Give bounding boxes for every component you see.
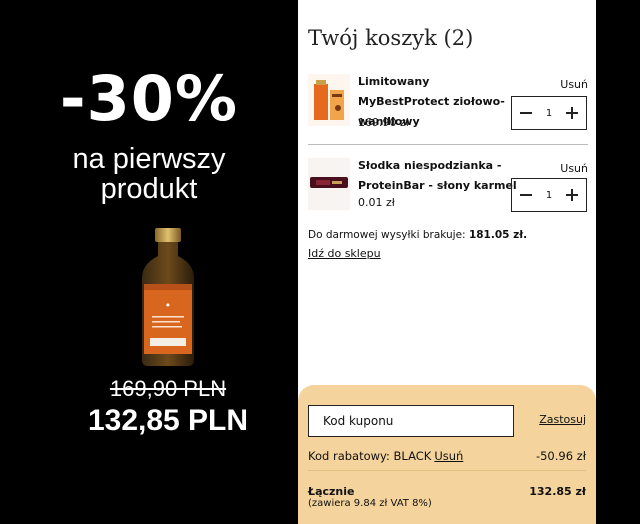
decrease-quantity-icon[interactable]: [518, 187, 534, 203]
discount-value: -50.96 zł: [535, 449, 586, 463]
cart-item-price: 169.90 zł: [358, 116, 409, 129]
cart-item-name[interactable]: Słodka niespodzianka - ProteinBar - słon…: [358, 156, 518, 196]
decrease-quantity-icon[interactable]: [518, 105, 534, 121]
cart-summary: Zastosuj Kod rabatowy: BLACKUsuń -50.96 …: [298, 385, 596, 524]
cart-item-price: 0.01 zł: [358, 196, 395, 209]
increase-quantity-icon[interactable]: [564, 187, 580, 203]
coupon-code-input[interactable]: [308, 405, 514, 437]
remove-item-button[interactable]: Usuń: [560, 162, 588, 175]
free-shipping-amount: 181.05 zł.: [468, 229, 528, 241]
discount-code-row: Kod rabatowy: BLACK Usuń -50.96 zł: [308, 449, 586, 463]
quantity-value[interactable]: 1: [539, 108, 559, 119]
promo-text-line-2: produkt: [100, 173, 198, 205]
svg-text:●: ●: [166, 302, 170, 307]
free-shipping-note: Do darmowej wysyłki brakuje: 181.05 zł.: [308, 229, 527, 241]
remove-discount-link[interactable]: Usuń: [434, 449, 463, 463]
quantity-stepper: 1: [511, 96, 587, 130]
promo-text-line-1: na pierwszy: [72, 143, 226, 175]
herbal-drink-bottle-icon: [308, 74, 350, 126]
promo-panel: -30% na pierwszy produkt ● 169,90 PLN 13…: [0, 0, 298, 524]
supplement-bottle-icon: ●: [142, 228, 194, 366]
discount-code-label: Kod rabatowy: BLACK: [308, 449, 432, 463]
free-shipping-text: Do darmowej wysyłki brakuje:: [308, 229, 466, 241]
quantity-value[interactable]: 1: [539, 190, 559, 201]
total-value: 132.85 zł: [529, 485, 586, 498]
new-price: 132,85 PLN: [87, 404, 249, 437]
increase-quantity-icon[interactable]: [564, 105, 580, 121]
summary-divider: [308, 470, 586, 471]
promo-discount: -30%: [59, 62, 239, 135]
apply-coupon-button[interactable]: Zastosuj: [539, 413, 586, 426]
go-to-shop-link[interactable]: Idź do sklepu: [308, 247, 381, 260]
total-vat-note: (zawiera 9.84 zł VAT 8%): [308, 498, 432, 509]
cart-title: Twój koszyk (2): [308, 26, 474, 50]
right-edge-background: [596, 0, 640, 524]
remove-item-button[interactable]: Usuń: [560, 78, 588, 91]
total-label: Łącznie: [308, 485, 355, 498]
item-divider: [308, 144, 588, 145]
protein-bar-icon: [308, 158, 350, 210]
quantity-stepper: 1: [511, 178, 587, 212]
old-price: 169,90 PLN: [109, 376, 227, 401]
cart-panel: Twój koszyk (2) Limitowany MyBestProtect…: [298, 0, 596, 524]
